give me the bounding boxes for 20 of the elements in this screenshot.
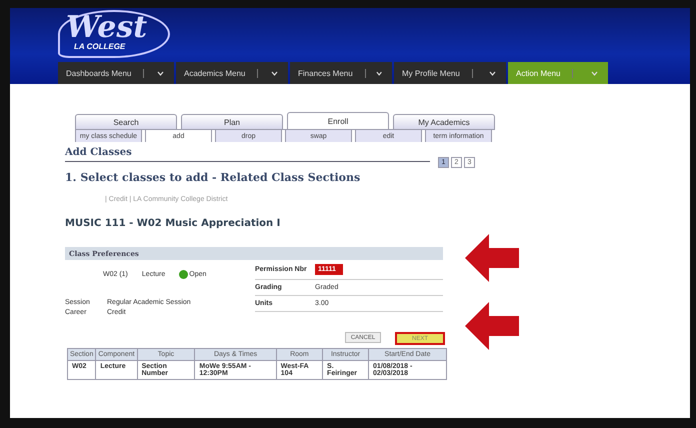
chevron-down-icon[interactable] [157, 70, 164, 76]
menu-button[interactable]: Academics Menu [176, 62, 288, 84]
chevron-down-icon[interactable] [271, 70, 278, 76]
tab[interactable]: Enroll [287, 112, 389, 129]
left-arrow-icon [465, 302, 519, 350]
left-arrow-icon [465, 234, 519, 282]
menu-button[interactable]: Finances Menu [290, 62, 392, 84]
tab[interactable]: Plan [181, 114, 283, 129]
course-title: MUSIC 111 - W02 Music Appreciation I [65, 218, 282, 229]
chevron-down-icon[interactable] [376, 70, 382, 76]
page-title: Add Classes [65, 147, 430, 162]
chevron-down-icon[interactable] [489, 70, 496, 76]
college-logo[interactable]: West LA COLLEGE [58, 10, 170, 58]
menu-button[interactable]: Dashboards Menu [58, 62, 174, 84]
tab[interactable]: My Academics [393, 114, 495, 129]
status-dot-icon [179, 270, 188, 279]
logo-tagline: LA COLLEGE [74, 42, 126, 51]
tab[interactable]: Search [75, 114, 177, 129]
menu-button[interactable]: My Profile Menu [394, 62, 506, 84]
step-heading: 1. Select classes to add - Related Class Sections [65, 171, 362, 184]
